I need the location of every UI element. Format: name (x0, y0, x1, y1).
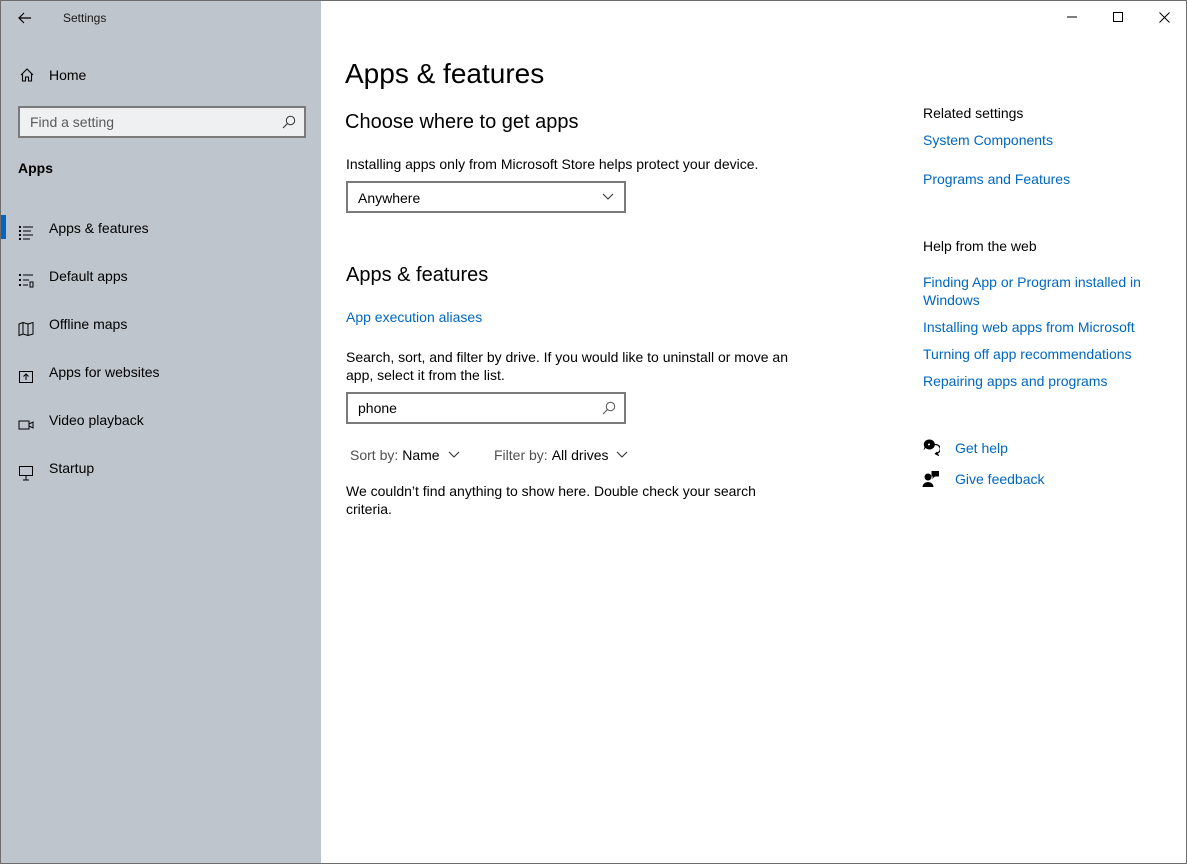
minimize-icon (1067, 16, 1077, 18)
help-link-installing-web-apps[interactable]: Installing web apps from Microsoft (923, 318, 1135, 336)
filter-by-label: Filter by: (494, 447, 548, 463)
sidebar-item-label: Video playback (49, 412, 144, 428)
startup-icon (19, 466, 33, 481)
chevron-down-icon (448, 451, 459, 458)
default-list-icon (19, 274, 34, 288)
back-arrow-icon (18, 12, 31, 24)
choose-apps-heading: Choose where to get apps (345, 111, 579, 133)
sidebar-item-label: Offline maps (49, 316, 128, 332)
sidebar-item-label: Apps for websites (49, 364, 160, 380)
sidebar-item-label: Default apps (49, 268, 128, 284)
list-icon (19, 226, 33, 240)
sidebar-item-startup[interactable]: Startup (1, 449, 321, 497)
sidebar-item-label: Apps & features (49, 220, 149, 236)
chevron-down-icon (602, 193, 614, 200)
search-icon[interactable] (602, 401, 616, 415)
open-external-icon (19, 371, 33, 383)
back-button[interactable] (9, 3, 41, 33)
feedback-icon[interactable] (922, 470, 940, 488)
maximize-button[interactable] (1095, 1, 1141, 33)
choose-apps-description: Installing apps only from Microsoft Stor… (346, 156, 759, 172)
filter-by-value: All drives (551, 447, 609, 463)
settings-window: Settings Home Apps Apps & feature (0, 0, 1187, 864)
sort-by-dropdown[interactable]: Sort by: Name (350, 447, 460, 463)
search-icon[interactable] (282, 115, 296, 129)
app-source-dropdown[interactable]: Anywhere (346, 181, 626, 213)
sidebar: Settings Home Apps Apps & feature (1, 1, 321, 863)
related-settings-heading: Related settings (923, 105, 1024, 121)
sidebar-item-video-playback[interactable]: Video playback (1, 401, 321, 449)
page-title: Apps & features (345, 58, 545, 89)
help-from-web-heading: Help from the web (923, 238, 1037, 254)
sidebar-section-label: Apps (18, 160, 53, 176)
app-title: Settings (63, 11, 107, 25)
get-help-link[interactable]: Get help (955, 439, 1008, 457)
find-setting-input[interactable] (30, 114, 270, 130)
search-description: Search, sort, and filter by drive. If yo… (346, 349, 788, 383)
sidebar-item-apps-for-websites[interactable]: Apps for websites (1, 353, 321, 401)
sort-by-label: Sort by: (350, 447, 399, 463)
sidebar-item-default-apps[interactable]: Default apps (1, 257, 321, 305)
close-button[interactable] (1141, 1, 1186, 33)
sidebar-item-label: Startup (49, 460, 95, 476)
system-components-link[interactable]: System Components (923, 131, 1053, 149)
empty-results-message: We couldn’t find anything to show here. … (346, 483, 756, 517)
help-link-repairing-apps[interactable]: Repairing apps and programs (923, 372, 1107, 390)
app-source-value: Anywhere (358, 190, 421, 206)
app-execution-aliases-link[interactable]: App execution aliases (346, 308, 482, 326)
programs-and-features-link[interactable]: Programs and Features (923, 170, 1070, 188)
sidebar-item-apps-features[interactable]: Apps & features (1, 209, 321, 257)
sidebar-nav: Apps & features Default apps Offline map… (1, 209, 321, 497)
sort-by-value: Name (402, 447, 440, 463)
chevron-down-icon (617, 451, 628, 458)
maximize-icon (1113, 12, 1123, 22)
help-link-finding-app[interactable]: Finding App or Program installed in Wind… (923, 273, 1163, 309)
find-setting-search[interactable] (18, 106, 306, 138)
help-link-turning-off-recommendations[interactable]: Turning off app recommendations (923, 345, 1132, 363)
filter-by-dropdown[interactable]: Filter by: All drives (494, 447, 628, 463)
close-icon (1158, 11, 1170, 23)
get-help-icon[interactable] (922, 438, 940, 456)
sidebar-item-offline-maps[interactable]: Offline maps (1, 305, 321, 353)
app-list-search[interactable] (346, 392, 626, 424)
map-icon (18, 321, 34, 337)
home-icon (20, 68, 34, 82)
minimize-button[interactable] (1049, 1, 1095, 33)
video-icon (18, 420, 34, 430)
apps-features-heading: Apps & features (346, 264, 489, 286)
sidebar-item-label: Home (49, 67, 87, 83)
give-feedback-link[interactable]: Give feedback (955, 470, 1045, 488)
app-search-input[interactable] (358, 400, 598, 416)
sidebar-item-home[interactable]: Home (1, 57, 321, 93)
